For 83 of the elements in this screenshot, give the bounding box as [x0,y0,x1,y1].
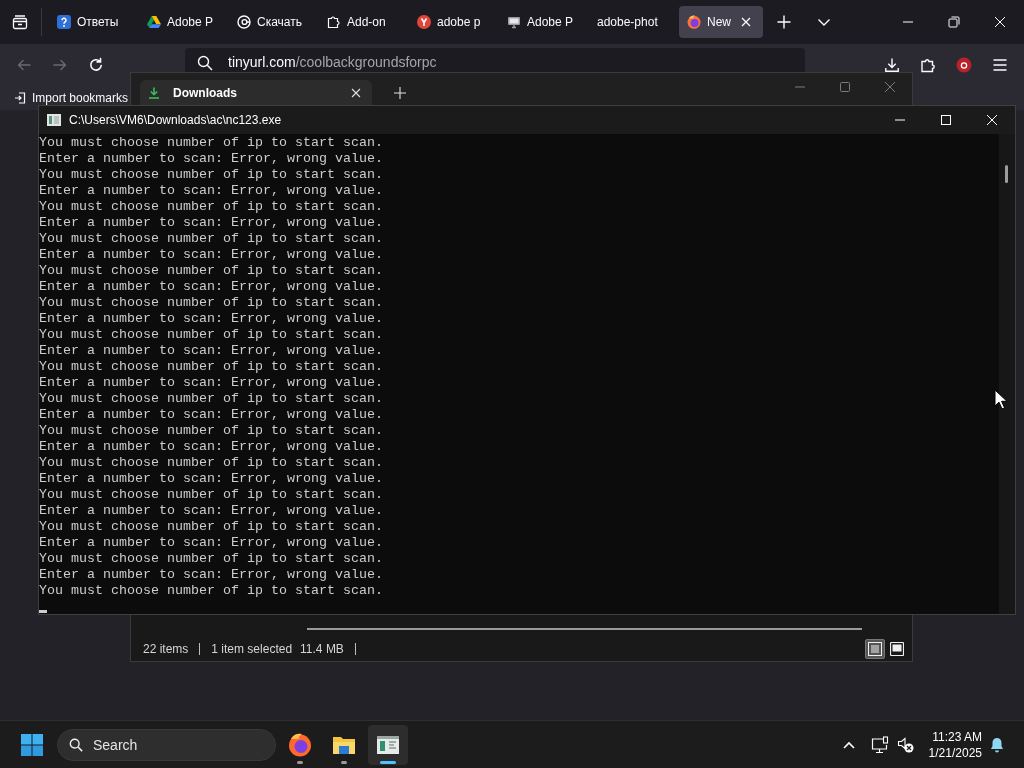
console-line: Enter a number to scan: Error, wrong value. [39,439,384,455]
item-count: 22 items [143,642,189,656]
url-text: tinyurl.com/coolbackgroundsforpc [228,54,437,71]
taskbar-app-button[interactable] [368,724,408,765]
search-icon [69,737,83,752]
monitor-icon [507,15,521,29]
horizontal-scrollbar[interactable] [307,628,862,630]
console-line: Enter a number to scan: Error, wrong value. [39,151,384,167]
browser-tab[interactable]: Adobe P [139,6,223,38]
window-tab[interactable]: Downloads [140,80,372,105]
console-line: You must choose number of ip to start scan. [39,423,384,439]
search-field[interactable]: Search [57,728,276,761]
console-line: You must choose number of ip to start scan. [39,583,384,599]
console-line: Enter a number to scan: Error, wrong value. [39,279,384,295]
console-line: Enter a number to scan: Error, wrong value. [39,343,384,359]
view-button[interactable] [865,639,885,659]
reload-icon[interactable] [88,57,104,73]
console-line: Enter a number to scan: Error, wrong value. [39,375,384,391]
console-line: Enter a number to scan: Error, wrong value. [39,503,384,519]
restore-icon[interactable] [948,16,960,28]
clock-date: 1/21/2025 [928,744,982,761]
search-icon [197,55,213,71]
console-line: You must choose number of ip to start scan. [39,199,384,215]
puzzle-icon[interactable] [920,57,936,73]
browser-tab[interactable]: Adobe P [499,6,583,38]
console-line: You must choose number of ip to start scan. [39,263,384,279]
import-icon [14,92,26,104]
chevron-up-icon[interactable] [842,740,855,749]
console-line: Enter a number to scan: Error, wrong value. [39,215,384,231]
address-field[interactable]: tinyurl.com/coolbackgroundsforpc [185,48,805,72]
console-line: You must choose number of ip to start scan. [39,231,384,247]
download-icon [148,86,160,99]
console-line: Enter a number to scan: Error, wrong value. [39,183,384,199]
tile-view-icon [890,642,904,656]
browser-tab[interactable]: Add-on [319,6,403,38]
console-line: You must choose number of ip to start scan. [39,391,384,407]
plus-icon[interactable] [393,86,407,100]
console-line: You must choose number of ip to start scan. [39,519,384,535]
console-line: You must choose number of ip to start scan. [39,359,384,375]
badge-logo-icon[interactable] [956,57,972,73]
console-line: Enter a number to scan: Error, wrong value. [39,247,384,263]
pointer-icon [994,389,1007,410]
download-icon[interactable] [884,57,900,73]
triangle-logo-icon [147,15,161,29]
file-size: 11.4 MB [300,642,344,656]
scrollbar-thumb[interactable] [1005,165,1008,183]
console-line: Enter a number to scan: Error, wrong value. [39,535,384,551]
console-line: You must choose number of ip to start scan. [39,295,384,311]
view-button[interactable] [887,639,907,659]
network-icon[interactable] [870,735,889,754]
browser-tab[interactable]: Ответы [49,6,133,38]
circle-logo-icon [417,15,431,29]
bell-icon[interactable] [990,736,1004,753]
selection-text: 1 item selected [211,642,293,656]
speaker-muted-icon[interactable] [896,736,914,753]
window-title: C:\Users\VM6\Downloads\ac\nc123.exe [69,113,282,127]
console-line: Enter a number to scan: Error, wrong value. [39,311,384,327]
bookmark-item[interactable]: Import bookmarks [14,91,129,105]
vertical-scrollbar[interactable] [999,134,1015,614]
menu-icon[interactable] [992,57,1008,73]
list-view-icon [868,642,882,656]
terminal-window-icon [47,114,61,126]
browser-logo-icon [288,732,312,757]
console-line: You must choose number of ip to start scan. [39,455,384,471]
console-line: You must choose number of ip to start scan. [39,135,384,151]
console-line: Enter a number to scan: Error, wrong value. [39,407,384,423]
browser-tab[interactable]: adobe p [409,6,493,38]
console-line: You must choose number of ip to start scan. [39,167,384,183]
four-tiles-icon[interactable] [21,733,43,756]
console-line: You must choose number of ip to start scan. [39,487,384,503]
browser-tab[interactable]: Скачать [229,6,313,38]
puzzle-icon [327,15,341,29]
browser-tab[interactable]: adobe-phot [589,6,673,38]
browser-tab[interactable]: New [679,6,763,38]
console-line: You must choose number of ip to start scan. [39,327,384,343]
console-line: You must choose number of ip to start scan. [39,551,384,567]
clock-time: 11:23 AM [931,728,982,745]
text-cursor-icon [39,610,47,613]
box-icon[interactable] [12,14,28,30]
browser-logo-icon [687,15,701,29]
console-line: Enter a number to scan: Error, wrong value. [39,567,384,583]
help-icon [57,15,71,29]
console-line: Enter a number to scan: Error, wrong value. [39,471,384,487]
